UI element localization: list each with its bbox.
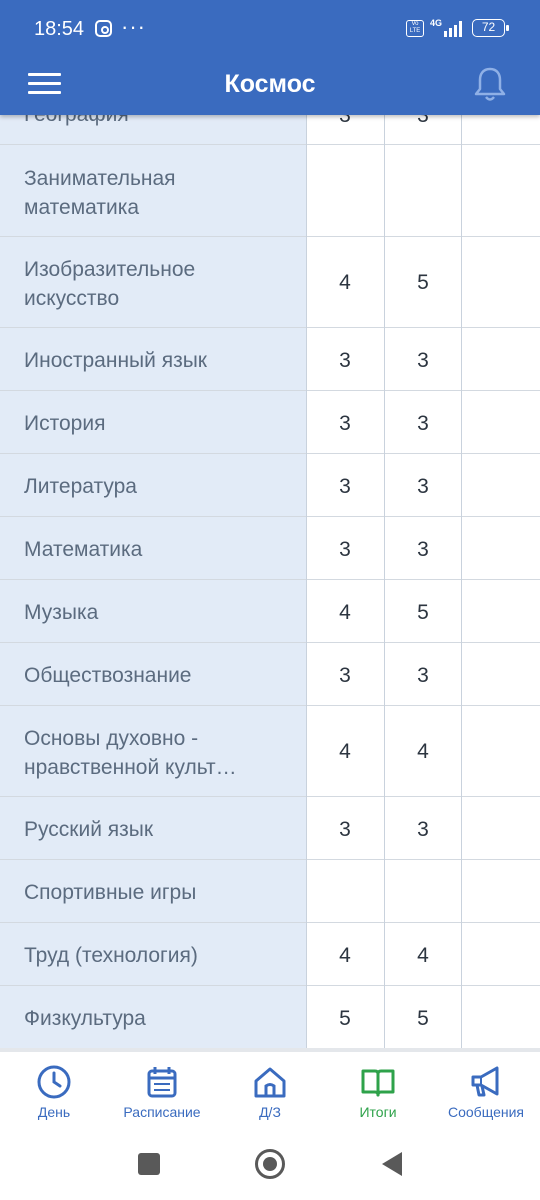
table-row[interactable]: Занимательная математика	[0, 145, 540, 237]
volte-icon: Vo LTE	[406, 20, 424, 37]
grade-cell: 3	[339, 818, 351, 841]
more-notifications-icon: ···	[121, 14, 146, 39]
back-icon[interactable]	[380, 1151, 404, 1177]
subject-name: Обществознание	[24, 664, 192, 687]
grade-cell: 4	[417, 740, 429, 763]
page-title: Космос	[224, 70, 316, 98]
tab-results[interactable]: Итоги	[324, 1052, 432, 1127]
grade-cell: 5	[339, 1007, 351, 1030]
subject-name: Математика	[24, 538, 143, 561]
grade-cell: 3	[417, 664, 429, 687]
grade-cell: 5	[417, 1007, 429, 1030]
subject-name: Труд (технология)	[24, 944, 198, 967]
recent-apps-button[interactable]	[138, 1153, 160, 1175]
grades-table: География 3 3 Занимательная математика И…	[0, 0, 540, 1052]
table-row[interactable]: Обществознание 3 3	[0, 643, 540, 706]
table-row[interactable]: Труд (технология) 4 4	[0, 923, 540, 986]
tab-label: День	[37, 1104, 71, 1120]
subject-name: Литература	[24, 475, 137, 498]
instagram-icon	[95, 20, 112, 37]
clock-icon	[37, 1065, 71, 1099]
subject-name: Музыка	[24, 601, 99, 624]
grade-cell: 3	[417, 412, 429, 435]
table-row[interactable]: Литература 3 3	[0, 454, 540, 517]
tab-label: Д/З	[259, 1104, 281, 1120]
subject-name: Основы духовно - нравственной культ…	[24, 727, 237, 779]
system-navigation-bar	[0, 1127, 540, 1200]
grade-cell: 3	[339, 412, 351, 435]
table-row[interactable]: Спортивные игры	[0, 860, 540, 923]
bell-icon[interactable]	[472, 66, 508, 104]
subject-name: Спортивные игры	[24, 881, 197, 904]
tab-label: Сообщения	[448, 1104, 524, 1120]
grade-cell: 3	[339, 538, 351, 561]
grade-cell: 3	[339, 349, 351, 372]
grade-cell: 3	[417, 475, 429, 498]
subject-name: История	[24, 412, 106, 435]
status-bar: 18:54 ··· Vo LTE 4G 72	[0, 0, 540, 58]
grade-cell: 4	[339, 740, 351, 763]
grade-cell: 3	[339, 475, 351, 498]
grade-cell: 4	[417, 944, 429, 967]
megaphone-icon	[471, 1066, 499, 1097]
table-row[interactable]: Русский язык 3 3	[0, 797, 540, 860]
tab-schedule[interactable]: Расписание	[108, 1052, 216, 1127]
table-row[interactable]: Физкультура 5 5	[0, 986, 540, 1048]
subject-name: Русский язык	[24, 818, 154, 841]
home-button[interactable]	[255, 1149, 285, 1179]
subject-name: Изобразительное искусство	[24, 258, 196, 310]
grade-cell: 4	[339, 601, 351, 624]
book-icon	[361, 1069, 395, 1097]
tab-label: Расписание	[123, 1104, 201, 1120]
home-icon	[254, 1067, 286, 1098]
app-header: 18:54 ··· Vo LTE 4G 72 Космос	[0, 0, 540, 115]
subject-name: Иностранный язык	[24, 349, 207, 372]
calendar-icon	[147, 1067, 177, 1098]
tab-label: Итоги	[359, 1104, 397, 1120]
grade-cell: 3	[417, 818, 429, 841]
table-row[interactable]: Математика 3 3	[0, 517, 540, 580]
signal-icon	[444, 21, 462, 37]
grade-cell: 3	[417, 538, 429, 561]
column-divider	[306, 0, 307, 1048]
table-row[interactable]: Основы духовно - нравственной культ… 4 4	[0, 706, 540, 797]
table-row[interactable]: Музыка 4 5	[0, 580, 540, 643]
status-time: 18:54	[34, 18, 85, 40]
subject-name: Физкультура	[24, 1007, 146, 1030]
tab-homework[interactable]: Д/З	[216, 1052, 324, 1127]
column-divider	[461, 0, 462, 1048]
grade-cell: 4	[339, 944, 351, 967]
grade-cell: 3	[339, 664, 351, 687]
grade-cell: 5	[417, 271, 429, 294]
tab-messages[interactable]: Сообщения	[432, 1052, 540, 1127]
grade-cell: 3	[417, 349, 429, 372]
table-row[interactable]: История 3 3	[0, 391, 540, 454]
bottom-navigation: День Расписание Д/З Итоги Сообщения	[0, 1052, 540, 1127]
tab-day[interactable]: День	[0, 1052, 108, 1127]
subject-name: Занимательная математика	[24, 167, 176, 219]
battery-icon: 72	[472, 19, 509, 37]
home-button-dot	[263, 1157, 277, 1171]
column-divider	[384, 0, 385, 1048]
grade-cell: 4	[339, 271, 351, 294]
grade-cell: 5	[417, 601, 429, 624]
table-row[interactable]: Иностранный язык 3 3	[0, 328, 540, 391]
table-row[interactable]: Изобразительное искусство 4 5	[0, 237, 540, 328]
